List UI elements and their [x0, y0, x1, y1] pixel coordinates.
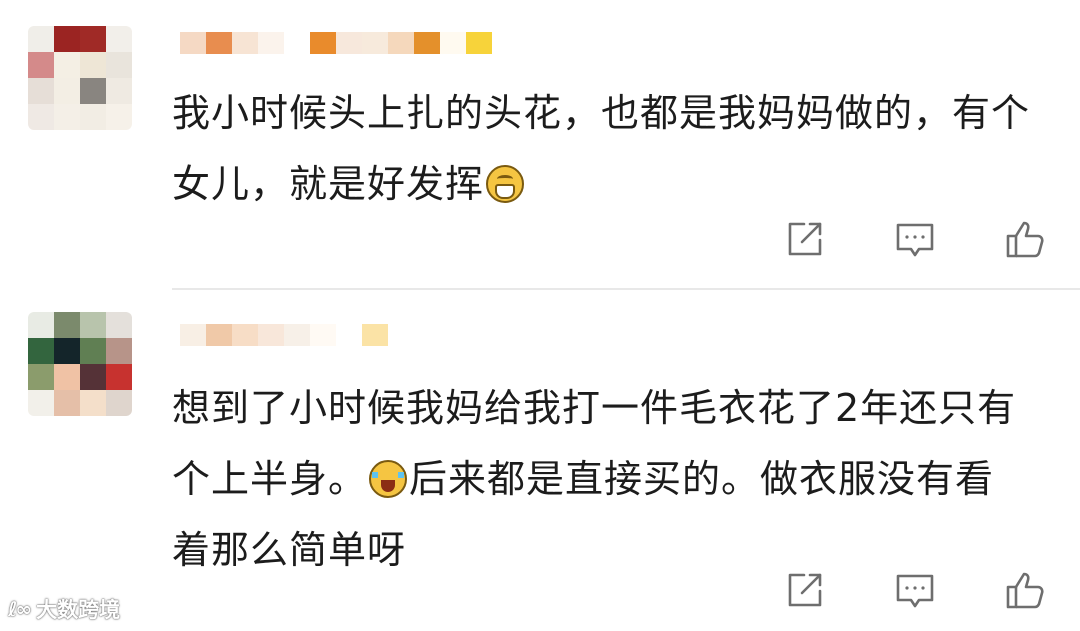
- username-redacted[interactable]: [180, 20, 492, 66]
- username-pixel: [310, 32, 336, 54]
- comment-item-1: 我小时候头上扎的头花，也都是我妈妈做的，有个女儿，就是好发挥: [0, 0, 1080, 290]
- avatar-pixel: [80, 26, 106, 52]
- username-pixel: [336, 324, 362, 346]
- username-pixel: [232, 32, 258, 54]
- username-pixel: [336, 32, 362, 54]
- avatar-pixel: [80, 78, 106, 104]
- avatar-pixel: [80, 338, 106, 364]
- cry-laugh-emoji-icon: [369, 460, 408, 498]
- avatar-pixel: [28, 52, 54, 78]
- avatar-pixel: [80, 312, 106, 338]
- comment-icon[interactable]: [891, 216, 939, 264]
- username-pixel: [232, 324, 258, 346]
- username-pixel: [414, 32, 440, 54]
- username-pixel: [284, 32, 310, 54]
- avatar-pixel: [80, 104, 106, 130]
- avatar[interactable]: [28, 312, 132, 416]
- avatar-pixel: [54, 338, 80, 364]
- avatar-pixel: [28, 104, 54, 130]
- avatar-pixel: [54, 104, 80, 130]
- comment-item-2: 想到了小时候我妈给我打一件毛衣花了2年还只有个上半身。 后来都是直接买的。做衣服没…: [0, 290, 1080, 631]
- avatar-pixel: [80, 52, 106, 78]
- avatar-pixel: [28, 312, 54, 338]
- thumbs-up-icon[interactable]: [1002, 567, 1050, 615]
- avatar-pixel: [54, 52, 80, 78]
- username-pixel: [388, 32, 414, 54]
- avatar-pixel: [54, 26, 80, 52]
- share-icon[interactable]: [780, 216, 828, 264]
- comment-text: 想到了小时候我妈给我打一件毛衣花了2年还只有个上半身。 后来都是直接买的。做衣服没…: [172, 373, 1032, 586]
- avatar-pixel: [54, 364, 80, 390]
- comment-actions: [780, 215, 1050, 265]
- avatar-pixel: [54, 78, 80, 104]
- username-pixel: [310, 324, 336, 346]
- grin-emoji-icon: [486, 165, 525, 203]
- avatar-pixel: [28, 364, 54, 390]
- username-pixel: [466, 32, 492, 54]
- avatar-pixel: [106, 312, 132, 338]
- watermark-text: 大数跨境: [36, 598, 121, 622]
- avatar-pixel: [106, 26, 132, 52]
- username-pixel: [362, 32, 388, 54]
- username-pixel: [258, 32, 284, 54]
- thumbs-up-icon[interactable]: [1002, 216, 1050, 264]
- username-redacted[interactable]: [180, 312, 388, 358]
- comment-actions: [780, 566, 1050, 616]
- username-pixel: [362, 324, 388, 346]
- avatar-pixel: [106, 390, 132, 416]
- avatar-pixel: [54, 390, 80, 416]
- comment-text-body: 我小时候头上扎的头花，也都是我妈妈做的，有个女儿，就是好发挥: [172, 91, 1031, 206]
- username-pixel: [206, 324, 232, 346]
- avatar-pixel: [28, 338, 54, 364]
- avatar-pixel: [106, 52, 132, 78]
- watermark-logo-icon: ℓ∞: [8, 597, 32, 621]
- username-pixel: [284, 324, 310, 346]
- avatar-pixel: [106, 338, 132, 364]
- avatar[interactable]: [28, 26, 132, 130]
- username-pixel: [180, 32, 206, 54]
- avatar-pixel: [28, 26, 54, 52]
- comment-text: 我小时候头上扎的头花，也都是我妈妈做的，有个女儿，就是好发挥: [172, 78, 1032, 220]
- avatar-pixel: [28, 390, 54, 416]
- avatar-pixel: [28, 78, 54, 104]
- watermark: ℓ∞ 大数跨境: [8, 592, 120, 626]
- avatar-pixel: [80, 364, 106, 390]
- username-pixel: [206, 32, 232, 54]
- username-pixel: [258, 324, 284, 346]
- comment-icon[interactable]: [891, 567, 939, 615]
- username-pixel: [180, 324, 206, 346]
- share-icon[interactable]: [780, 567, 828, 615]
- username-pixel: [440, 32, 466, 54]
- avatar-pixel: [54, 312, 80, 338]
- avatar-pixel: [80, 390, 106, 416]
- avatar-pixel: [106, 104, 132, 130]
- avatar-pixel: [106, 78, 132, 104]
- avatar-pixel: [106, 364, 132, 390]
